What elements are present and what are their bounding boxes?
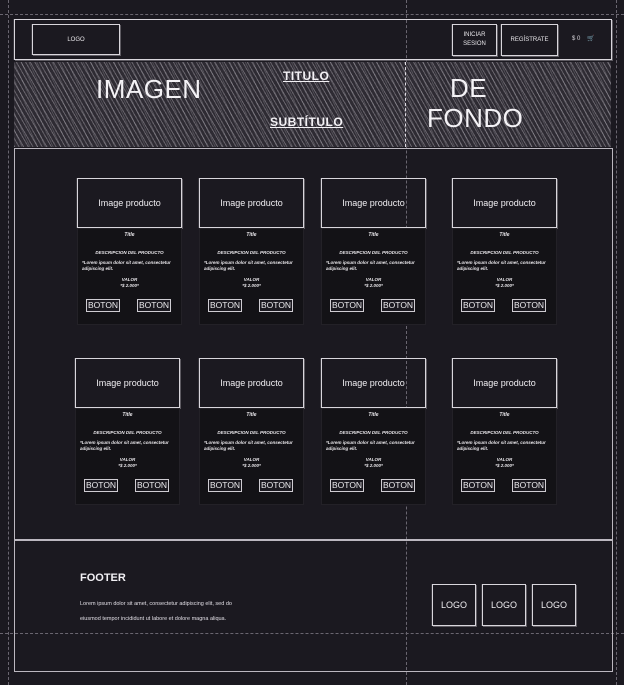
cart-icon: 🛒: [587, 36, 595, 42]
guide-line: [8, 0, 9, 685]
hero-right-text-1: DE: [450, 73, 488, 103]
footer-logo-1[interactable]: LOGO: [432, 584, 476, 626]
hero-divider: [405, 62, 406, 147]
product-image[interactable]: Image producto: [321, 178, 426, 228]
product-price: *$ 2.000*: [120, 283, 139, 288]
product-button-1[interactable]: BOTON: [208, 299, 243, 312]
product-image[interactable]: Image producto: [452, 358, 557, 408]
product-title: Title: [246, 232, 257, 238]
hero-subtitle[interactable]: SUBTÍTULO: [270, 115, 343, 129]
product-description-heading: DESCRIPCION DEL PRODUCTO: [339, 430, 408, 435]
product-title: Title: [499, 232, 510, 238]
product-description: *Lorem ipsum dolor sit amet, consectetur…: [326, 260, 415, 271]
product-title: Title: [246, 412, 257, 418]
product-description-heading: DESCRIPCION DEL PRODUCTO: [339, 250, 408, 255]
product-image[interactable]: Image producto: [75, 358, 180, 408]
product-image[interactable]: Image producto: [199, 178, 304, 228]
product-description-heading: DESCRIPCION DEL PRODUCTO: [470, 430, 539, 435]
product-description: *Lorem ipsum dolor sit amet, consectetur…: [204, 260, 293, 271]
product-price: *$ 2.000*: [495, 463, 514, 468]
product-value-label: VALOR: [496, 457, 513, 462]
product-button-2[interactable]: BOTON: [512, 299, 547, 312]
product-button-1[interactable]: BOTON: [330, 299, 365, 312]
product-body: Title DESCRIPCION DEL PRODUCTO *Lorem ipsu…: [452, 408, 557, 505]
register-button[interactable]: REGÍSTRATE: [501, 24, 558, 56]
product-price: *$ 2.000*: [364, 463, 383, 468]
login-button[interactable]: INICIAR SESION: [452, 24, 497, 56]
product-title: Title: [124, 232, 135, 238]
product-button-2[interactable]: BOTON: [381, 299, 416, 312]
product-description-heading: DESCRIPCION DEL PRODUCTO: [217, 430, 286, 435]
product-button-2[interactable]: BOTON: [137, 299, 172, 312]
product-image[interactable]: Image producto: [77, 178, 182, 228]
product-button-1[interactable]: BOTON: [330, 479, 365, 492]
product-price: *$ 2.000*: [364, 283, 383, 288]
product-body: Title DESCRIPCION DEL PRODUCTO *Lorem ipsu…: [321, 408, 426, 505]
product-value-label: VALOR: [496, 277, 513, 282]
product-value-label: VALOR: [365, 277, 382, 282]
product-image[interactable]: Image producto: [199, 358, 304, 408]
product-description: *Lorem ipsum dolor sit amet, consectetur…: [457, 440, 546, 451]
product-description-heading: DESCRIPCION DEL PRODUCTO: [95, 250, 164, 255]
footer-logo-3[interactable]: LOGO: [532, 584, 576, 626]
hero-banner: IMAGEN DE FONDO TITULO SUBTÍTULO: [14, 62, 611, 147]
cart[interactable]: $ 0 🛒: [572, 35, 595, 42]
product-description: *Lorem ipsum dolor sit amet, consectetur…: [204, 440, 293, 451]
product-title: Title: [499, 412, 510, 418]
product-body: Title DESCRIPCION DEL PRODUCTO *Lorem ipsu…: [452, 228, 557, 325]
guide-line: [0, 14, 624, 15]
product-image[interactable]: Image producto: [321, 358, 426, 408]
product-description: *Lorem ipsum dolor sit amet, consectetur…: [326, 440, 415, 451]
product-body: Title DESCRIPCION DEL PRODUCTO *Lorem ipsu…: [199, 228, 304, 325]
product-title: Title: [368, 232, 379, 238]
product-title: Title: [368, 412, 379, 418]
hero-left-text: IMAGEN: [96, 74, 202, 104]
product-body: Title DESCRIPCION DEL PRODUCTO *Lorem ipsu…: [77, 228, 182, 325]
product-price: *$ 2.000*: [495, 283, 514, 288]
hero-title[interactable]: TITULO: [283, 69, 329, 83]
product-value-label: VALOR: [365, 457, 382, 462]
product-title: Title: [122, 412, 133, 418]
product-button-2[interactable]: BOTON: [259, 299, 294, 312]
product-value-label: VALOR: [121, 277, 138, 282]
hero-right-text-2: FONDO: [427, 103, 524, 133]
product-description-heading: DESCRIPCION DEL PRODUCTO: [470, 250, 539, 255]
footer-title: FOOTER: [80, 572, 126, 584]
cart-total: $ 0: [572, 36, 581, 42]
navbar-logo[interactable]: LOGO: [32, 24, 120, 55]
guide-line: [616, 0, 617, 685]
footer-text: Lorem ipsum dolor sit amet, consectetur …: [80, 601, 232, 622]
product-button-1[interactable]: BOTON: [86, 299, 121, 312]
product-image[interactable]: Image producto: [452, 178, 557, 228]
product-value-label: VALOR: [119, 457, 136, 462]
product-description: *Lorem ipsum dolor sit amet, consectetur…: [82, 260, 171, 271]
product-description-heading: DESCRIPCION DEL PRODUCTO: [217, 250, 286, 255]
product-button-2[interactable]: BOTON: [381, 479, 416, 492]
product-value-label: VALOR: [243, 277, 260, 282]
product-button-2[interactable]: BOTON: [259, 479, 294, 492]
product-body: Title DESCRIPCION DEL PRODUCTO *Lorem ipsu…: [199, 408, 304, 505]
product-description: *Lorem ipsum dolor sit amet, consectetur…: [457, 260, 546, 271]
product-body: Title DESCRIPCION DEL PRODUCTO *Lorem ipsu…: [75, 408, 180, 505]
product-price: *$ 2.000*: [242, 463, 261, 468]
product-button-1[interactable]: BOTON: [84, 479, 119, 492]
product-price: *$ 2.000*: [118, 463, 137, 468]
footer-logo-2[interactable]: LOGO: [482, 584, 526, 626]
product-description: *Lorem ipsum dolor sit amet, consectetur…: [80, 440, 169, 451]
product-description-heading: DESCRIPCION DEL PRODUCTO: [93, 430, 162, 435]
product-button-2[interactable]: BOTON: [512, 479, 547, 492]
product-body: Title DESCRIPCION DEL PRODUCTO *Lorem ipsu…: [321, 228, 426, 325]
product-button-1[interactable]: BOTON: [461, 479, 496, 492]
product-button-1[interactable]: BOTON: [208, 479, 243, 492]
product-value-label: VALOR: [243, 457, 260, 462]
product-button-1[interactable]: BOTON: [461, 299, 496, 312]
product-price: *$ 2.000*: [242, 283, 261, 288]
product-button-2[interactable]: BOTON: [135, 479, 170, 492]
